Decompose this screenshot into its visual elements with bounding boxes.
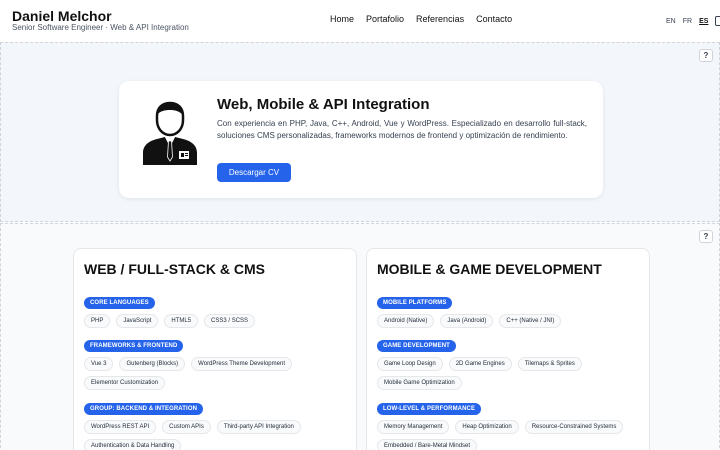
skill-tag: C++ (Native / JNI) bbox=[499, 314, 562, 328]
skill-tag: Heap Optimization bbox=[455, 420, 519, 434]
nav-home[interactable]: Home bbox=[330, 14, 354, 24]
skill-tag: Custom APIs bbox=[162, 420, 211, 434]
group-label: LOW-LEVEL & PERFORMANCE bbox=[377, 403, 482, 415]
main-nav: Home Portafolio Referencias Contacto bbox=[330, 14, 512, 24]
skill-tag: 2D Game Engines bbox=[448, 357, 512, 371]
skill-card-web: WEB / FULL-STACK & CMS CORE LANGUAGES PH… bbox=[73, 248, 357, 450]
skill-tag: Gutenberg (Blocks) bbox=[119, 357, 186, 371]
nav-contact[interactable]: Contacto bbox=[476, 14, 512, 24]
skill-group: GAME DEVELOPMENT Game Loop Design 2D Gam… bbox=[377, 334, 643, 390]
card-title: MOBILE & GAME DEVELOPMENT bbox=[377, 261, 602, 277]
nav-references[interactable]: Referencias bbox=[416, 14, 464, 24]
hero-title: Web, Mobile & API Integration bbox=[217, 96, 430, 113]
skill-tag: JavaScript bbox=[116, 314, 159, 328]
tag-list: Game Loop Design 2D Game Engines Tilemap… bbox=[377, 357, 643, 390]
lang-en[interactable]: EN bbox=[666, 18, 676, 25]
tag-list: Memory Management Heap Optimization Reso… bbox=[377, 420, 643, 450]
language-switcher: EN FR ES bbox=[666, 16, 720, 26]
theme-toggle-icon[interactable] bbox=[715, 16, 720, 26]
skill-card-mobile: MOBILE & GAME DEVELOPMENT MOBILE PLATFOR… bbox=[366, 248, 650, 450]
skill-tag: WordPress Theme Development bbox=[191, 357, 292, 371]
skill-group: GROUP: BACKEND & INTEGRATION WordPress R… bbox=[84, 397, 350, 450]
tag-list: Vue 3 Gutenberg (Blocks) WordPress Theme… bbox=[84, 357, 350, 390]
skill-tag: Authentication & Data Handling bbox=[84, 439, 182, 450]
brand-name[interactable]: Daniel Melchor bbox=[12, 8, 112, 24]
skill-tag: Resource-Constrained Systems bbox=[524, 420, 624, 434]
skill-group: MOBILE PLATFORMS Android (Native) Java (… bbox=[377, 291, 643, 328]
group-label: GROUP: BACKEND & INTEGRATION bbox=[84, 403, 204, 415]
brand-subtitle: Senior Software Engineer · Web & API Int… bbox=[12, 23, 189, 32]
tag-list: WordPress REST API Custom APIs Third-par… bbox=[84, 420, 350, 450]
skill-group: LOW-LEVEL & PERFORMANCE Memory Managemen… bbox=[377, 397, 643, 450]
skill-tag: Game Loop Design bbox=[377, 357, 443, 371]
skill-tag: HTML5 bbox=[164, 314, 199, 328]
lang-es[interactable]: ES bbox=[699, 18, 708, 25]
tag-list: Android (Native) Java (Android) C++ (Nat… bbox=[377, 314, 643, 328]
skill-tag: Memory Management bbox=[377, 420, 450, 434]
skill-tag: Android (Native) bbox=[377, 314, 435, 328]
card-title: WEB / FULL-STACK & CMS bbox=[84, 261, 265, 277]
skill-tag: Third-party API Integration bbox=[216, 420, 301, 434]
group-label: GAME DEVELOPMENT bbox=[377, 340, 456, 352]
skill-tag: Tilemaps & Sprites bbox=[517, 357, 582, 371]
skill-tag: PHP bbox=[84, 314, 111, 328]
group-label: CORE LANGUAGES bbox=[84, 297, 155, 309]
skill-tag: Java (Android) bbox=[440, 314, 494, 328]
nav-portfolio[interactable]: Portafolio bbox=[366, 14, 404, 24]
businessman-avatar-icon bbox=[143, 101, 197, 165]
skill-tag: Mobile Game Optimization bbox=[377, 376, 462, 390]
skill-tag: Elementor Customization bbox=[84, 376, 166, 390]
tag-list: PHP JavaScript HTML5 CSS3 / SCSS bbox=[84, 314, 350, 328]
hero-section: ? Web, Mobile & API Integration Con expe… bbox=[0, 42, 720, 222]
hero-description: Con experiencia en PHP, Java, C++, Andro… bbox=[217, 119, 587, 140]
skill-tag: WordPress REST API bbox=[84, 420, 157, 434]
download-cv-button[interactable]: Descargar CV bbox=[217, 163, 291, 182]
site-header: Daniel Melchor Senior Software Engineer … bbox=[0, 0, 720, 40]
group-label: MOBILE PLATFORMS bbox=[377, 297, 453, 309]
skill-group: FRAMEWORKS & FRONTEND Vue 3 Gutenberg (B… bbox=[84, 334, 350, 390]
skill-tag: Embedded / Bare-Metal Mindset bbox=[377, 439, 478, 450]
group-label: FRAMEWORKS & FRONTEND bbox=[84, 340, 184, 352]
skill-tag: Vue 3 bbox=[84, 357, 114, 371]
help-button[interactable]: ? bbox=[699, 49, 713, 62]
skill-group: CORE LANGUAGES PHP JavaScript HTML5 CSS3… bbox=[84, 291, 350, 328]
help-button[interactable]: ? bbox=[699, 230, 713, 243]
hero-card: Web, Mobile & API Integration Con experi… bbox=[119, 81, 603, 198]
skill-tag: CSS3 / SCSS bbox=[204, 314, 256, 328]
lang-fr[interactable]: FR bbox=[683, 18, 692, 25]
skills-section: ? WEB / FULL-STACK & CMS CORE LANGUAGES … bbox=[0, 223, 720, 450]
